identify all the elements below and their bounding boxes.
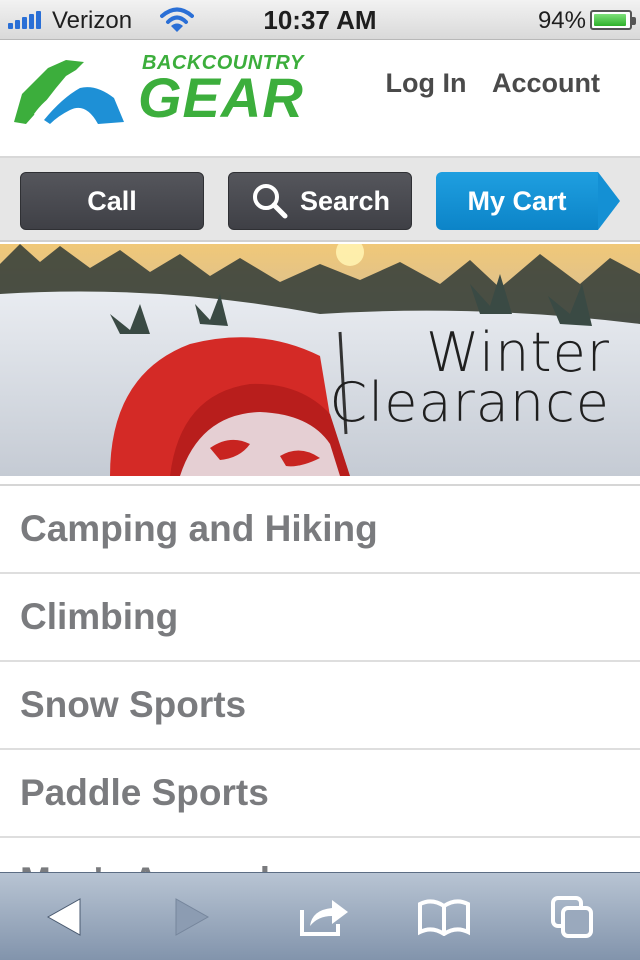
search-button-label: Search [299,185,391,216]
battery-fill [594,14,626,26]
action-bar: Call Search My Cart [0,158,640,242]
category-camping-hiking[interactable]: Camping and Hiking [0,486,640,574]
winter-clearance-banner[interactable]: Winter Clearance [0,244,640,476]
back-arrow-icon [46,898,81,936]
call-button-label: Call [87,185,137,216]
site-header: BACKCOUNTRY GEAR Log In Account [0,40,640,158]
status-bar: Verizon 10:37 AM 94% [0,0,640,40]
logo-wordmark-main: GEAR [138,66,304,129]
category-snow-sports[interactable]: Snow Sports [0,662,640,750]
search-button[interactable]: Search [228,172,412,230]
banner-line-clearance: Clearance [329,371,610,434]
category-mens-apparel[interactable]: Men's Apparel [0,838,640,874]
share-icon [300,900,348,936]
call-button[interactable]: Call [20,172,204,230]
back-button[interactable] [36,891,92,943]
category-climbing[interactable]: Climbing [0,574,640,662]
bookmarks-icon [418,899,470,936]
category-list: Camping and Hiking Climbing Snow Sports … [0,484,640,874]
category-paddle-sports[interactable]: Paddle Sports [0,750,640,838]
forward-button[interactable] [164,891,220,943]
login-link[interactable]: Log In [386,68,467,98]
mountain-logo-icon [14,60,124,124]
logo[interactable]: BACKCOUNTRY GEAR [14,52,314,132]
my-cart-button[interactable]: My Cart [436,172,620,230]
bookmarks-button[interactable] [416,891,472,943]
forward-arrow-icon [175,898,210,936]
tabs-button[interactable] [544,891,600,943]
share-button[interactable] [296,891,352,943]
browser-toolbar [0,872,640,960]
cart-button-label: My Cart [467,185,567,216]
banner-headline: Winter Clearance [329,326,610,434]
search-icon [252,184,288,219]
battery-icon [590,10,636,30]
header-links: Log In Account [368,68,601,99]
account-link[interactable]: Account [492,68,600,98]
battery-percent: 94% [537,7,586,34]
tabs-icon [551,896,593,938]
